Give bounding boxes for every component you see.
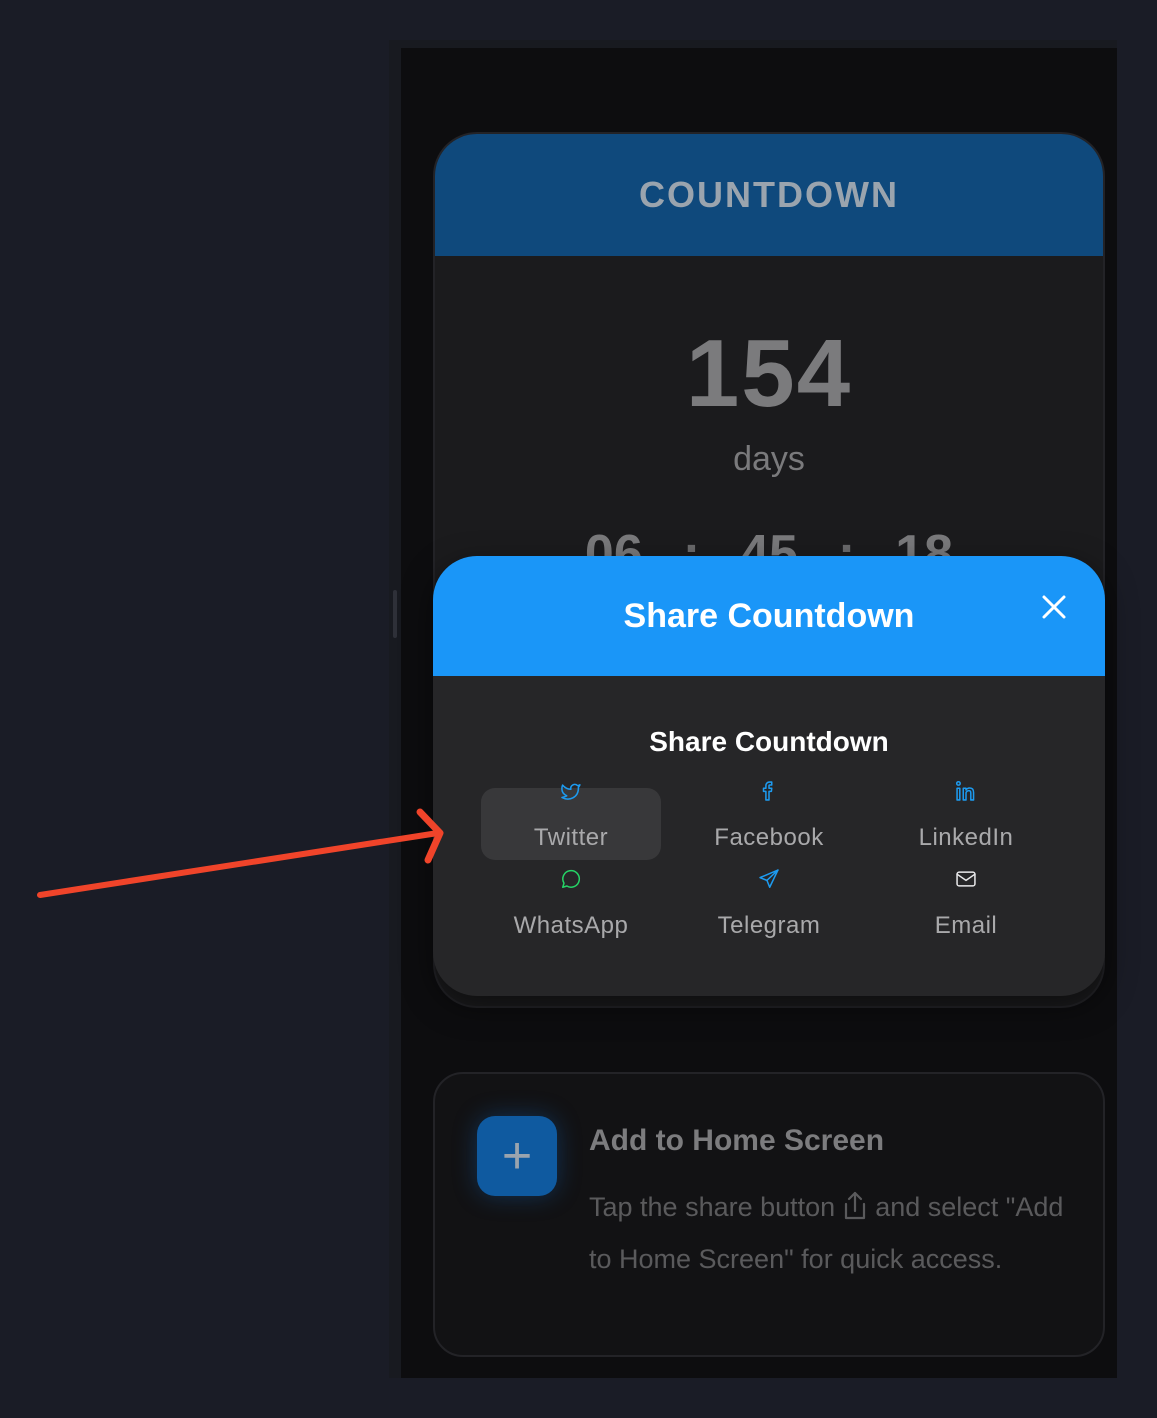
email-icon <box>956 871 976 887</box>
share-option-whatsapp[interactable]: WhatsApp <box>481 868 661 940</box>
add-to-home-description: Tap the share button and select "Add to H… <box>589 1184 1069 1282</box>
add-to-home-card: + Add to Home Screen Tap the share butto… <box>433 1072 1105 1357</box>
share-option-label: Facebook <box>714 824 824 851</box>
share-option-twitter[interactable]: Twitter <box>481 780 661 860</box>
share-option-linkedin[interactable]: LinkedIn <box>876 780 1056 852</box>
telegram-icon <box>759 869 779 889</box>
share-option-label: Telegram <box>717 912 821 939</box>
side-handle[interactable] <box>393 590 397 638</box>
twitter-icon <box>561 783 581 800</box>
share-modal-title: Share Countdown <box>623 596 915 635</box>
whatsapp-icon <box>561 869 581 889</box>
add-to-home-title: Add to Home Screen <box>589 1124 885 1157</box>
share-icon <box>841 1190 869 1236</box>
countdown-title: COUNTDOWN <box>639 174 899 215</box>
days-label: days <box>733 440 805 478</box>
share-option-label: Email <box>934 912 998 939</box>
share-option-label: Twitter <box>533 824 609 851</box>
facebook-icon <box>762 781 773 801</box>
share-modal: Share Countdown Share Countdown Twitter … <box>433 556 1105 996</box>
linkedin-icon <box>955 780 975 801</box>
share-modal-header: Share Countdown <box>433 556 1105 676</box>
countdown-header: COUNTDOWN <box>435 134 1103 256</box>
share-option-label: LinkedIn <box>918 824 1014 851</box>
close-icon[interactable] <box>1039 592 1069 622</box>
share-option-label: WhatsApp <box>513 912 629 939</box>
share-subtitle: Share Countdown <box>649 726 889 757</box>
share-option-email[interactable]: Email <box>876 868 1056 940</box>
share-option-facebook[interactable]: Facebook <box>679 780 859 852</box>
share-option-telegram[interactable]: Telegram <box>679 868 859 940</box>
desc-before: Tap the share button <box>589 1192 836 1222</box>
plus-icon: + <box>501 1127 533 1185</box>
add-to-home-button[interactable]: + <box>477 1116 557 1196</box>
days-number: 154 <box>685 320 853 427</box>
